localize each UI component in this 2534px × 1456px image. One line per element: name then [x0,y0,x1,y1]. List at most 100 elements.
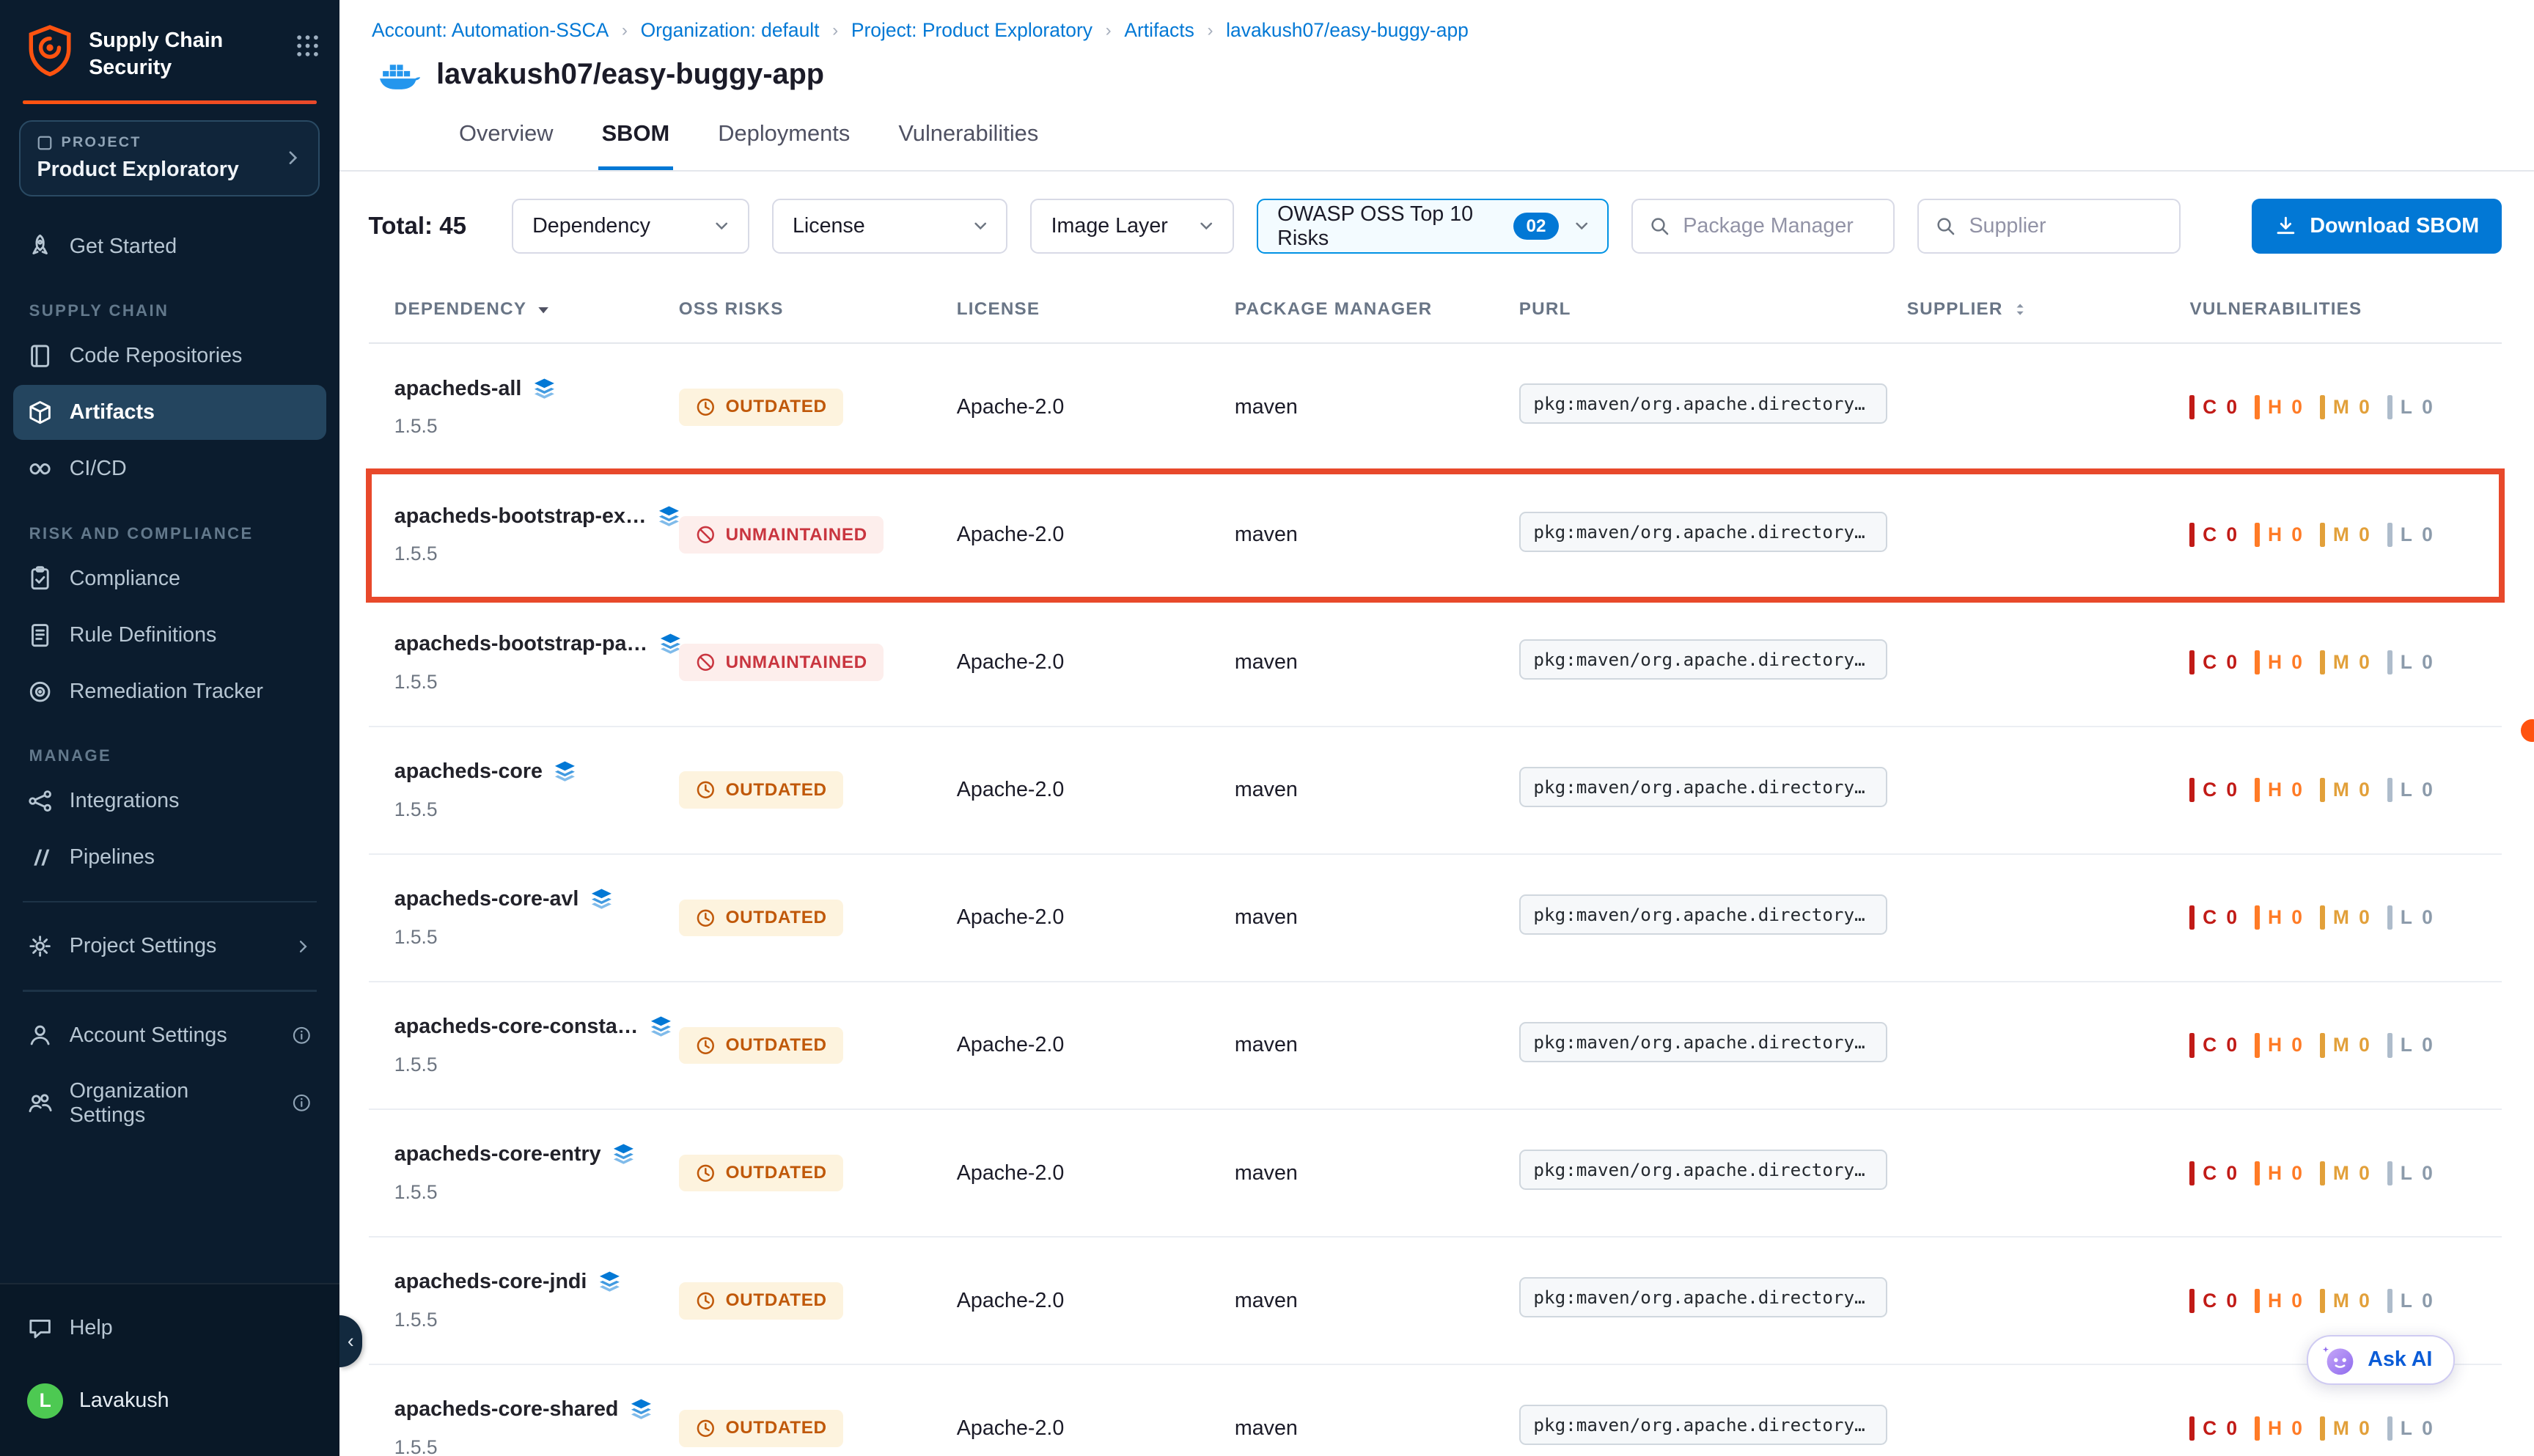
tab-vulnerabilities[interactable]: Vulnerabilities [895,114,1042,169]
low-count: L0 [2387,1033,2433,1057]
breadcrumb-account-link[interactable]: Account: Automation-SSCA [372,19,609,42]
purl-value[interactable]: pkg:maven/org.apache.directory.s… [1519,383,1888,424]
user-menu[interactable]: L Lavakush [13,1369,327,1433]
license-filter-dropdown[interactable]: License [772,199,1008,254]
purl-value[interactable]: pkg:maven/org.apache.directory.s… [1519,1022,1888,1062]
medium-count: M0 [2320,778,2370,802]
medium-count: M0 [2320,1033,2370,1057]
breadcrumb-artifacts-link[interactable]: Artifacts [1124,19,1194,42]
table-row[interactable]: apacheds-core-entry 1.5.5 OUTDATED Apach… [369,1110,2502,1238]
breadcrumb: Account: Automation-SSCA› Organization: … [372,19,2502,42]
table-row[interactable]: apacheds-core 1.5.5 OUTDATED Apache-2.0 [369,727,2502,855]
sidebar-item-label: Integrations [70,789,180,813]
low-count: L0 [2387,395,2433,419]
sidebar-item-organization-settings[interactable]: Organization Settings [13,1065,327,1142]
vulnerability-counts: C0 H0 M0 L0 [2189,395,2501,419]
license-value: Apache-2.0 [957,523,1235,547]
sidebar-divider [23,901,317,902]
purl-value[interactable]: pkg:maven/org.apache.directory.s… [1519,512,1888,552]
tab-sbom[interactable]: SBOM [598,114,672,169]
tab-deployments[interactable]: Deployments [715,114,853,169]
sidebar-item-artifacts[interactable]: Artifacts [13,385,327,440]
dependency-name[interactable]: apacheds-core-consta… [394,1015,639,1039]
purl-value[interactable]: pkg:maven/org.apache.directory.s… [1519,639,1888,680]
dependency-filter-dropdown[interactable]: Dependency [512,199,749,254]
sidebar-item-label: Remediation Tracker [70,680,263,704]
vulnerability-counts: C0 H0 M0 L0 [2189,1289,2501,1313]
nodes-icon [27,788,53,814]
table-row[interactable]: apacheds-bootstrap-pa… 1.5.5 UNMAINTAINE… [369,600,2502,727]
sidebar-item-project-settings[interactable]: Project Settings [13,919,327,974]
dependency-name[interactable]: apacheds-all [394,377,522,401]
ask-ai-button[interactable]: Ask AI [2307,1335,2455,1385]
sidebar-item-cicd[interactable]: CI/CD [13,441,327,496]
dependency-name[interactable]: apacheds-core-shared [394,1397,619,1422]
oss-risk-badge: OUTDATED [679,1282,843,1320]
sidebar-item-account-settings[interactable]: Account Settings [13,1008,327,1063]
chevron-down-icon [1572,216,1591,235]
sidebar-item-help[interactable]: Help [13,1301,327,1356]
vulnerability-counts: C0 H0 M0 L0 [2189,778,2501,802]
medium-count: M0 [2320,1289,2370,1313]
dependency-name[interactable]: apacheds-bootstrap-pa… [394,632,647,656]
package-manager-search[interactable] [1631,199,1895,254]
page-title: lavakush07/easy-buggy-app [436,58,824,91]
breadcrumb-organization-link[interactable]: Organization: default [641,19,820,42]
sidebar-item-pipelines[interactable]: Pipelines [13,830,327,885]
table-row[interactable]: apacheds-core-avl 1.5.5 OUTDATED Apache-… [369,855,2502,982]
table-row[interactable]: apacheds-all 1.5.5 OUTDATED Apache-2.0 [369,344,2502,471]
sidebar-item-integrations[interactable]: Integrations [13,773,327,828]
project-selector[interactable]: PROJECT Product Exploratory [19,120,320,196]
dropdown-label: OWASP OSS Top 10 Risks [1277,202,1500,251]
critical-count: C0 [2189,1416,2237,1441]
dependency-version: 1.5.5 [394,798,679,821]
supplier-search[interactable] [1917,199,2181,254]
column-header-supplier[interactable]: SUPPLIER [1907,299,2190,320]
table-row[interactable]: apacheds-core-shared 1.5.5 OUTDATED Apac… [369,1365,2502,1456]
table-row[interactable]: apacheds-core-jndi 1.5.5 OUTDATED Apache… [369,1238,2502,1365]
high-count: H0 [2255,523,2302,547]
purl-value[interactable]: pkg:maven/org.apache.directory.s… [1519,1277,1888,1317]
license-value: Apache-2.0 [957,1416,1235,1441]
dependency-name[interactable]: apacheds-core-jndi [394,1270,587,1294]
dependency-name[interactable]: apacheds-bootstrap-ex… [394,504,647,529]
module-switcher-icon[interactable] [295,24,320,58]
download-sbom-button[interactable]: Download SBOM [2252,199,2502,254]
purl-value[interactable]: pkg:maven/org.apache.directory.s… [1519,1405,1888,1445]
purl-value[interactable]: pkg:maven/org.apache.directory.s… [1519,894,1888,935]
supplier-search-input[interactable] [1969,214,2163,238]
license-value: Apache-2.0 [957,650,1235,674]
oss-risk-label: UNMAINTAINED [726,652,867,673]
dependency-name[interactable]: apacheds-core-avl [394,887,579,911]
sidebar-item-remediation-tracker[interactable]: Remediation Tracker [13,664,327,719]
ban-icon [695,524,716,545]
sidebar-divider [23,990,317,991]
package-manager-value: maven [1235,523,1519,547]
info-icon[interactable] [291,1092,312,1114]
tab-overview[interactable]: Overview [456,114,557,169]
dependency-version: 1.5.5 [394,1054,679,1076]
section-label-manage: MANAGE [29,746,339,765]
sidebar-item-code-repositories[interactable]: Code Repositories [13,328,327,383]
info-icon[interactable] [291,1025,312,1046]
high-count: H0 [2255,1033,2302,1057]
owasp-risks-filter-dropdown[interactable]: OWASP OSS Top 10 Risks 02 [1257,199,1609,254]
dependency-name[interactable]: apacheds-core [394,760,543,784]
sidebar-item-rule-definitions[interactable]: Rule Definitions [13,608,327,663]
image-layer-filter-dropdown[interactable]: Image Layer [1030,199,1234,254]
low-count: L0 [2387,650,2433,674]
sidebar-item-get-started[interactable]: Get Started [13,219,327,274]
dependency-name[interactable]: apacheds-core-entry [394,1142,601,1166]
purl-value[interactable]: pkg:maven/org.apache.directory.s… [1519,1150,1888,1190]
sidebar-item-compliance[interactable]: Compliance [13,551,327,606]
column-header-oss-risks: OSS RISKS [679,299,957,320]
package-manager-search-input[interactable] [1683,214,1877,238]
purl-value[interactable]: pkg:maven/org.apache.directory.s… [1519,767,1888,807]
chevron-down-icon [1197,216,1216,235]
breadcrumb-project-link[interactable]: Project: Product Exploratory [851,19,1092,42]
table-row[interactable]: apacheds-bootstrap-ex… 1.5.5 UNMAINTAINE… [369,471,2502,599]
app-window: Supply Chain Security PROJECT Product Ex… [0,0,2534,1456]
column-header-dependency[interactable]: DEPENDENCY [394,299,679,320]
table-row[interactable]: apacheds-core-consta… 1.5.5 OUTDATED Apa… [369,982,2502,1110]
breadcrumb-current[interactable]: lavakush07/easy-buggy-app [1226,19,1469,42]
